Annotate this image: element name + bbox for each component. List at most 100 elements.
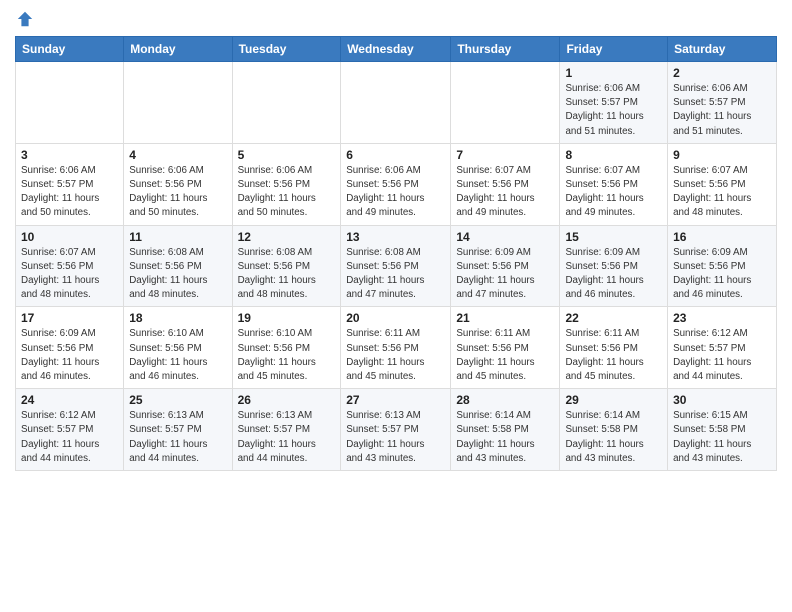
day-number: 9	[673, 148, 771, 162]
day-info: Sunrise: 6:13 AMSunset: 5:57 PMDaylight:…	[346, 409, 445, 466]
calendar-cell: 16 Sunrise: 6:09 AMSunset: 5:56 PMDayligh…	[668, 225, 777, 307]
day-info: Sunrise: 6:11 AMSunset: 5:56 PMDaylight:…	[346, 327, 445, 384]
column-header-sunday: Sunday	[16, 37, 124, 62]
calendar-cell: 8 Sunrise: 6:07 AMSunset: 5:56 PMDaylight…	[560, 143, 668, 225]
column-header-friday: Friday	[560, 37, 668, 62]
calendar-cell: 14 Sunrise: 6:09 AMSunset: 5:56 PMDayligh…	[451, 225, 560, 307]
calendar-cell	[124, 62, 232, 144]
day-number: 15	[565, 230, 662, 244]
calendar-cell: 27 Sunrise: 6:13 AMSunset: 5:57 PMDayligh…	[341, 389, 451, 471]
calendar-cell: 5 Sunrise: 6:06 AMSunset: 5:56 PMDaylight…	[232, 143, 341, 225]
calendar-week-5: 24 Sunrise: 6:12 AMSunset: 5:57 PMDayligh…	[16, 389, 777, 471]
calendar-cell: 6 Sunrise: 6:06 AMSunset: 5:56 PMDaylight…	[341, 143, 451, 225]
calendar-cell: 28 Sunrise: 6:14 AMSunset: 5:58 PMDayligh…	[451, 389, 560, 471]
day-number: 18	[129, 311, 226, 325]
column-header-thursday: Thursday	[451, 37, 560, 62]
day-number: 29	[565, 393, 662, 407]
day-info: Sunrise: 6:07 AMSunset: 5:56 PMDaylight:…	[21, 246, 118, 303]
calendar-cell: 17Sunrise: 6:09 AMSunset: 5:56 PMDayligh…	[16, 307, 124, 389]
calendar-cell: 19 Sunrise: 6:10 AMSunset: 5:56 PMDayligh…	[232, 307, 341, 389]
calendar-cell: 1 Sunrise: 6:06 AMSunset: 5:57 PMDaylight…	[560, 62, 668, 144]
day-info: Sunrise: 6:13 AMSunset: 5:57 PMDaylight:…	[238, 409, 336, 466]
day-info: Sunrise: 6:09 AMSunset: 5:56 PMDaylight:…	[673, 246, 771, 303]
day-number: 6	[346, 148, 445, 162]
day-number: 22	[565, 311, 662, 325]
day-info: Sunrise: 6:08 AMSunset: 5:56 PMDaylight:…	[346, 246, 445, 303]
day-info: Sunrise: 6:06 AMSunset: 5:56 PMDaylight:…	[346, 164, 445, 221]
day-number: 17	[21, 311, 118, 325]
day-info: Sunrise: 6:11 AMSunset: 5:56 PMDaylight:…	[456, 327, 554, 384]
logo-icon	[16, 10, 34, 28]
day-number: 28	[456, 393, 554, 407]
day-number: 10	[21, 230, 118, 244]
day-number: 8	[565, 148, 662, 162]
day-info: Sunrise: 6:10 AMSunset: 5:56 PMDaylight:…	[129, 327, 226, 384]
calendar-cell: 21 Sunrise: 6:11 AMSunset: 5:56 PMDayligh…	[451, 307, 560, 389]
day-number: 5	[238, 148, 336, 162]
calendar-cell: 10 Sunrise: 6:07 AMSunset: 5:56 PMDayligh…	[16, 225, 124, 307]
logo	[15, 10, 35, 28]
calendar-cell: 22 Sunrise: 6:11 AMSunset: 5:56 PMDayligh…	[560, 307, 668, 389]
day-info: Sunrise: 6:14 AMSunset: 5:58 PMDaylight:…	[565, 409, 662, 466]
day-info: Sunrise: 6:07 AMSunset: 5:56 PMDaylight:…	[673, 164, 771, 221]
calendar-cell: 7 Sunrise: 6:07 AMSunset: 5:56 PMDaylight…	[451, 143, 560, 225]
day-number: 7	[456, 148, 554, 162]
day-info: Sunrise: 6:11 AMSunset: 5:56 PMDaylight:…	[565, 327, 662, 384]
day-info: Sunrise: 6:07 AMSunset: 5:56 PMDaylight:…	[565, 164, 662, 221]
day-number: 2	[673, 66, 771, 80]
calendar-week-2: 3 Sunrise: 6:06 AMSunset: 5:57 PMDaylight…	[16, 143, 777, 225]
day-info: Sunrise: 6:06 AMSunset: 5:56 PMDaylight:…	[238, 164, 336, 221]
day-number: 30	[673, 393, 771, 407]
day-info: Sunrise: 6:06 AMSunset: 5:57 PMDaylight:…	[565, 82, 662, 139]
day-info: Sunrise: 6:07 AMSunset: 5:56 PMDaylight:…	[456, 164, 554, 221]
calendar-cell: 24 Sunrise: 6:12 AMSunset: 5:57 PMDayligh…	[16, 389, 124, 471]
day-number: 14	[456, 230, 554, 244]
day-info: Sunrise: 6:06 AMSunset: 5:56 PMDaylight:…	[129, 164, 226, 221]
calendar-cell: 26 Sunrise: 6:13 AMSunset: 5:57 PMDayligh…	[232, 389, 341, 471]
day-number: 4	[129, 148, 226, 162]
calendar-cell: 3 Sunrise: 6:06 AMSunset: 5:57 PMDaylight…	[16, 143, 124, 225]
day-info: Sunrise: 6:14 AMSunset: 5:58 PMDaylight:…	[456, 409, 554, 466]
day-info: Sunrise: 6:10 AMSunset: 5:56 PMDaylight:…	[238, 327, 336, 384]
calendar-cell: 2 Sunrise: 6:06 AMSunset: 5:57 PMDaylight…	[668, 62, 777, 144]
calendar-cell: 9 Sunrise: 6:07 AMSunset: 5:56 PMDaylight…	[668, 143, 777, 225]
day-number: 16	[673, 230, 771, 244]
calendar-cell: 20 Sunrise: 6:11 AMSunset: 5:56 PMDayligh…	[341, 307, 451, 389]
calendar-cell: 29 Sunrise: 6:14 AMSunset: 5:58 PMDayligh…	[560, 389, 668, 471]
day-info: Sunrise: 6:13 AMSunset: 5:57 PMDaylight:…	[129, 409, 226, 466]
day-info: Sunrise: 6:15 AMSunset: 5:58 PMDaylight:…	[673, 409, 771, 466]
calendar-cell: 23 Sunrise: 6:12 AMSunset: 5:57 PMDayligh…	[668, 307, 777, 389]
day-number: 3	[21, 148, 118, 162]
calendar-cell: 4 Sunrise: 6:06 AMSunset: 5:56 PMDaylight…	[124, 143, 232, 225]
calendar-table: SundayMondayTuesdayWednesdayThursdayFrid…	[15, 36, 777, 471]
day-number: 1	[565, 66, 662, 80]
day-info: Sunrise: 6:06 AMSunset: 5:57 PMDaylight:…	[21, 164, 118, 221]
day-number: 24	[21, 393, 118, 407]
day-info: Sunrise: 6:08 AMSunset: 5:56 PMDaylight:…	[238, 246, 336, 303]
day-number: 27	[346, 393, 445, 407]
day-number: 13	[346, 230, 445, 244]
day-info: Sunrise: 6:09 AMSunset: 5:56 PMDaylight:…	[456, 246, 554, 303]
column-header-monday: Monday	[124, 37, 232, 62]
day-number: 12	[238, 230, 336, 244]
day-number: 23	[673, 311, 771, 325]
day-info: Sunrise: 6:09 AMSunset: 5:56 PMDaylight:…	[565, 246, 662, 303]
column-header-tuesday: Tuesday	[232, 37, 341, 62]
calendar-cell: 30 Sunrise: 6:15 AMSunset: 5:58 PMDayligh…	[668, 389, 777, 471]
day-info: Sunrise: 6:06 AMSunset: 5:57 PMDaylight:…	[673, 82, 771, 139]
calendar-cell	[16, 62, 124, 144]
calendar-week-3: 10 Sunrise: 6:07 AMSunset: 5:56 PMDayligh…	[16, 225, 777, 307]
day-info: Sunrise: 6:08 AMSunset: 5:56 PMDaylight:…	[129, 246, 226, 303]
day-number: 19	[238, 311, 336, 325]
calendar-week-1: 1 Sunrise: 6:06 AMSunset: 5:57 PMDaylight…	[16, 62, 777, 144]
calendar-cell	[341, 62, 451, 144]
column-header-wednesday: Wednesday	[341, 37, 451, 62]
day-info: Sunrise: 6:12 AMSunset: 5:57 PMDaylight:…	[673, 327, 771, 384]
calendar-header-row: SundayMondayTuesdayWednesdayThursdayFrid…	[16, 37, 777, 62]
day-info: Sunrise: 6:12 AMSunset: 5:57 PMDaylight:…	[21, 409, 118, 466]
day-number: 21	[456, 311, 554, 325]
day-number: 26	[238, 393, 336, 407]
calendar-cell: 11Sunrise: 6:08 AMSunset: 5:56 PMDayligh…	[124, 225, 232, 307]
day-number: 20	[346, 311, 445, 325]
calendar-cell	[232, 62, 341, 144]
